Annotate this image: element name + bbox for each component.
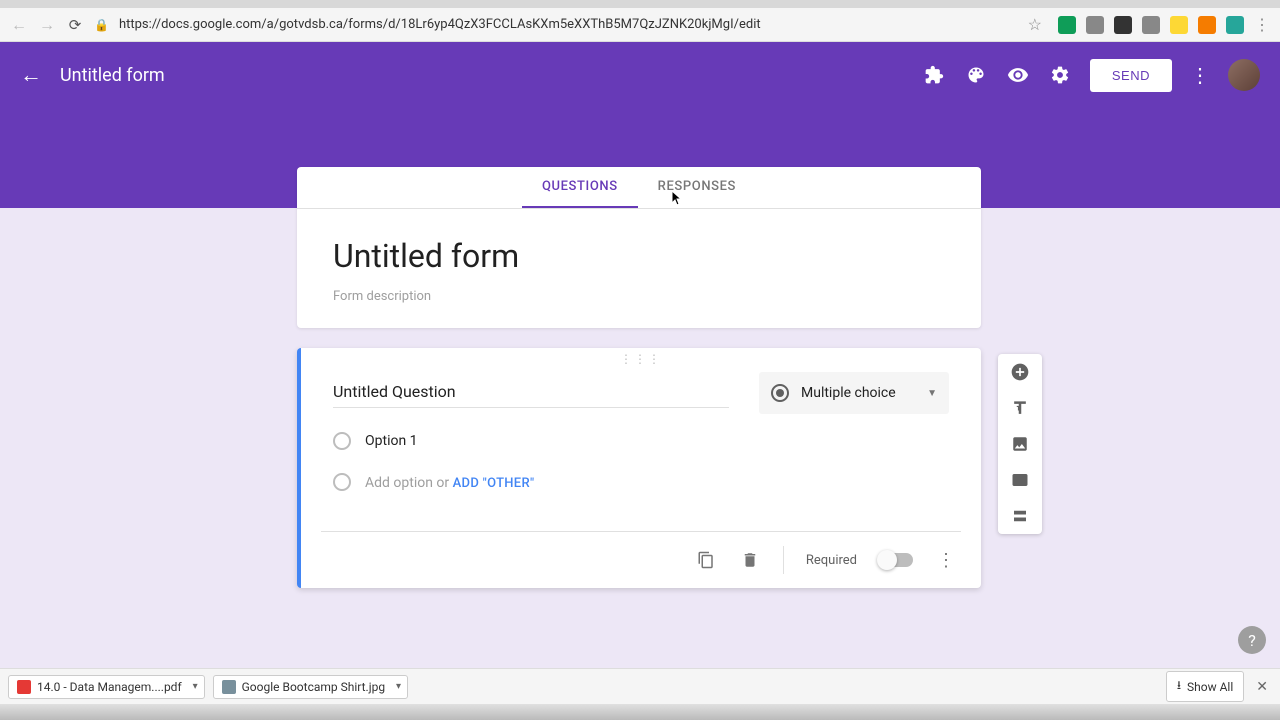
drag-handle-icon[interactable]: ⋮⋮⋮ [301, 348, 981, 366]
delete-icon[interactable] [739, 549, 761, 571]
option-row: Option 1 [333, 432, 949, 450]
duplicate-icon[interactable] [695, 549, 717, 571]
extension-icon[interactable] [1170, 16, 1188, 34]
radio-icon [771, 384, 789, 402]
add-section-icon[interactable] [998, 498, 1042, 534]
add-video-icon[interactable] [998, 462, 1042, 498]
divider [783, 546, 784, 574]
extension-icon[interactable] [1114, 16, 1132, 34]
download-filename: Google Bootcamp Shirt.jpg [242, 680, 385, 694]
add-title-icon[interactable] [998, 390, 1042, 426]
user-avatar[interactable] [1228, 59, 1260, 91]
browser-menu-icon[interactable]: ⋮ [1254, 15, 1270, 34]
question-footer: Required ⋮ [321, 531, 961, 588]
download-chip[interactable]: Google Bootcamp Shirt.jpg [213, 675, 408, 699]
extension-icon[interactable] [1142, 16, 1160, 34]
bookmark-star-icon[interactable]: ☆ [1028, 15, 1042, 34]
option-input[interactable]: Option 1 [365, 433, 418, 449]
more-menu-icon[interactable]: ⋮ [1190, 63, 1210, 87]
add-question-icon[interactable] [998, 354, 1042, 390]
palette-icon[interactable] [964, 63, 988, 87]
pdf-icon [17, 680, 31, 694]
chevron-down-icon: ▼ [927, 388, 937, 399]
settings-icon[interactable] [1048, 63, 1072, 87]
app-header: ← Untitled form SEND ⋮ [0, 42, 1280, 108]
radio-icon [333, 432, 351, 450]
radio-icon [333, 473, 351, 491]
tabs: QUESTIONS RESPONSES [297, 167, 981, 209]
preview-icon[interactable] [1006, 63, 1030, 87]
question-card: ⋮⋮⋮ Untitled Question Multiple choice ▼ … [297, 348, 981, 588]
extension-icon[interactable] [1198, 16, 1216, 34]
tab-responses[interactable]: RESPONSES [638, 167, 756, 208]
browser-back-icon[interactable]: ← [10, 15, 28, 35]
download-filename: 14.0 - Data Managem....pdf [37, 680, 182, 694]
required-toggle[interactable] [879, 553, 913, 567]
browser-forward-icon: → [38, 15, 56, 35]
add-image-icon[interactable] [998, 426, 1042, 462]
lock-icon: 🔒 [94, 18, 109, 32]
add-option-row: Add option or ADD "OTHER" [333, 472, 949, 491]
form-header-card: QUESTIONS RESPONSES Untitled form Form d… [297, 167, 981, 328]
extension-icon[interactable] [1058, 16, 1076, 34]
browser-address-bar: ← → ⟳ 🔒 https://docs.google.com/a/gotvds… [0, 8, 1280, 42]
question-title-input[interactable]: Untitled Question [333, 376, 729, 408]
extension-icon[interactable] [1086, 16, 1104, 34]
form-title-input[interactable]: Untitled form [333, 237, 945, 275]
or-text: or [433, 475, 453, 491]
download-arrow-icon: ⭳ [1177, 676, 1181, 697]
macos-dock [0, 704, 1280, 720]
add-other-button[interactable]: ADD "OTHER" [453, 476, 535, 491]
image-icon [222, 680, 236, 694]
question-type-select[interactable]: Multiple choice ▼ [759, 372, 949, 414]
side-toolbar [998, 354, 1042, 534]
help-button[interactable]: ? [1238, 626, 1266, 654]
downloads-bar: 14.0 - Data Managem....pdf Google Bootca… [0, 668, 1280, 704]
tab-questions[interactable]: QUESTIONS [522, 167, 638, 208]
addons-icon[interactable] [922, 63, 946, 87]
required-label: Required [806, 553, 857, 568]
question-more-icon[interactable]: ⋮ [935, 549, 957, 571]
question-type-label: Multiple choice [801, 385, 915, 401]
browser-tab-strip [0, 0, 1280, 8]
back-arrow-icon[interactable]: ← [20, 62, 42, 88]
show-all-downloads-button[interactable]: ⭳ Show All [1166, 671, 1244, 702]
extension-icon[interactable] [1226, 16, 1244, 34]
download-chip[interactable]: 14.0 - Data Managem....pdf [8, 675, 205, 699]
send-button[interactable]: SEND [1090, 59, 1172, 92]
form-name[interactable]: Untitled form [60, 65, 904, 86]
form-description-input[interactable]: Form description [333, 289, 945, 304]
close-downloads-icon[interactable]: ✕ [1252, 679, 1272, 695]
browser-reload-icon[interactable]: ⟳ [66, 16, 84, 34]
add-option-button[interactable]: Add option [365, 475, 433, 491]
url-text[interactable]: https://docs.google.com/a/gotvdsb.ca/for… [119, 17, 1018, 32]
